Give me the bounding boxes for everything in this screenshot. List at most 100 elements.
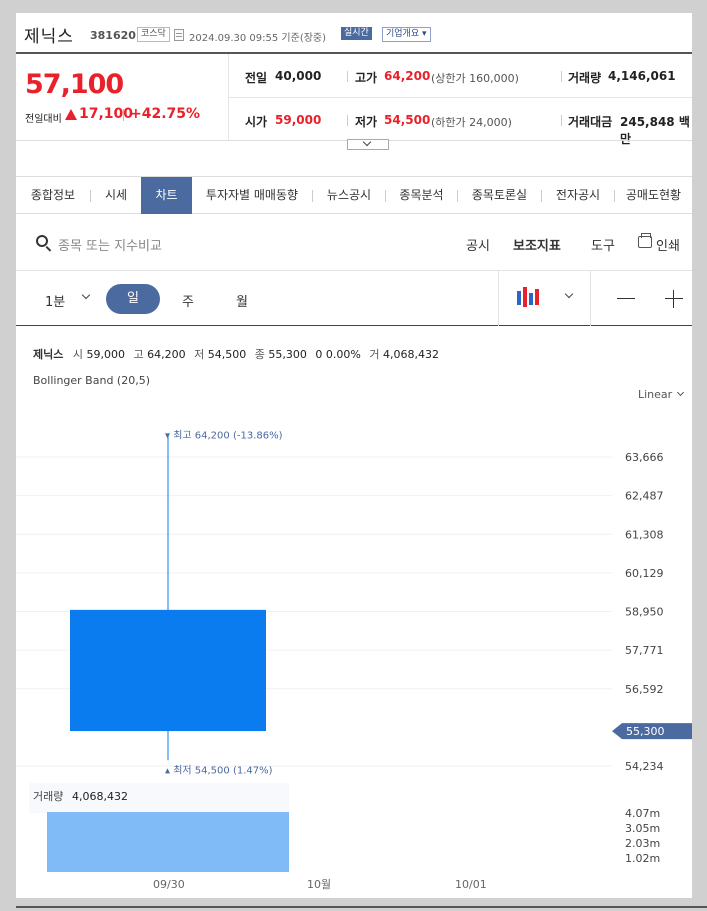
info-stock-name: 제닉스 (33, 348, 64, 361)
printer-icon[interactable] (638, 233, 652, 248)
period-selector: 1분 일 주 월 (16, 271, 692, 326)
stock-name: 제닉스 (24, 27, 74, 47)
high-value: 64,200 (384, 69, 431, 83)
info-open-key: 시 (72, 348, 83, 361)
up-triangle-icon (65, 109, 77, 120)
info-volume-key: 거 (369, 348, 380, 361)
prev-close-value: 40,000 (275, 69, 322, 83)
chevron-down-icon (362, 137, 372, 147)
info-low-key: 저 (194, 348, 205, 361)
zoom-in-icon[interactable] (665, 290, 683, 308)
volume-tick-label: 4.07m (625, 807, 660, 820)
price-chart[interactable]: 63,666 62,487 61,308 60,129 58,950 57,771 56,5… (16, 403, 692, 898)
info-high-value: 64,200 (147, 348, 186, 361)
expand-quote-button[interactable] (347, 137, 389, 150)
candlestick-chart-type-icon[interactable] (517, 287, 543, 309)
price-tick-label: 56,592 (625, 683, 664, 696)
disclosure-toggle[interactable]: 공시 (466, 235, 490, 254)
current-price-tag-label: 55,300 (626, 725, 665, 738)
price-tick-label: 61,308 (625, 528, 664, 541)
stock-header: 제닉스 381620 코스닥 2024.09.30 09:55 기준(장중) 실… (16, 13, 692, 52)
x-tick-label: 09/30 (153, 878, 185, 891)
company-overview-button[interactable]: 기업개요 ▾ (382, 27, 431, 42)
low-value: 54,500 (384, 113, 431, 127)
price-tick-label: 58,950 (625, 606, 664, 619)
x-tick-label: 10월 (307, 878, 331, 891)
period-day-button[interactable]: 일 (106, 284, 160, 314)
info-open-value: 59,000 (86, 348, 126, 361)
indicators-button[interactable]: 보조지표 (513, 235, 561, 254)
chevron-down-icon[interactable] (564, 289, 574, 299)
volume-tick-label: 3.05m (625, 822, 660, 835)
realtime-badge[interactable]: 실시간 (341, 27, 372, 40)
quote-row-divider (228, 97, 692, 98)
open-label: 시가 (245, 115, 268, 129)
chevron-down-icon[interactable] (676, 388, 685, 397)
trade-value-label: 거래대금 (568, 115, 613, 129)
low-label: 저가 (355, 115, 378, 129)
lower-limit: (하한가 24,000) (431, 116, 512, 129)
tab-analysis[interactable]: 종목분석 (386, 177, 457, 214)
high-annotation: ▾ 최고 64,200 (-13.86%) (165, 430, 283, 442)
volume-value: 4,146,061 (608, 69, 676, 83)
current-price: 57,100 (25, 69, 124, 100)
price-tick-label: 62,487 (625, 490, 664, 503)
stock-page: 제닉스 381620 코스닥 2024.09.30 09:55 기준(장중) 실… (16, 13, 692, 898)
change-percent: +42.75% (130, 106, 201, 122)
info-close-key: 종 (254, 348, 265, 361)
prev-close-label: 전일 (245, 71, 268, 85)
candle-body (70, 609, 266, 732)
x-tick-label: 10/01 (455, 878, 487, 891)
search-icon[interactable] (36, 235, 48, 247)
info-high-key: 고 (133, 348, 144, 361)
change-amount: 17,100 (79, 106, 134, 122)
minute-interval-select[interactable]: 1분 (45, 291, 65, 310)
volume-tick-label: 1.02m (625, 852, 660, 865)
volume-label: 거래량 (568, 71, 602, 85)
tab-short-selling[interactable]: 공매도현황 (615, 177, 692, 214)
quote-separator (561, 115, 562, 126)
tab-chart[interactable]: 차트 (141, 177, 192, 214)
change-divider (123, 109, 124, 121)
market-badge: 코스닥 (137, 27, 170, 42)
price-tick-label: 63,666 (625, 451, 664, 464)
high-label: 고가 (355, 71, 378, 85)
tools-button[interactable]: 도구 (591, 235, 615, 254)
price-tick-label: 57,771 (625, 644, 664, 657)
volume-label: 거래량 (33, 790, 63, 803)
period-month-button[interactable]: 월 (236, 291, 248, 310)
print-button[interactable]: 인쇄 (656, 235, 680, 254)
page-bottom-rule (16, 906, 707, 908)
tab-investor-trading[interactable]: 투자자별 매매동향 (192, 177, 312, 214)
zoom-out-icon[interactable] (617, 298, 635, 299)
volume-tick-label: 2.03m (625, 837, 660, 850)
toolbar-divider (590, 271, 591, 326)
quote-datetime: 2024.09.30 09:55 기준(장중) (189, 33, 327, 44)
info-low-value: 54,500 (207, 348, 247, 361)
tab-news[interactable]: 뉴스공시 (313, 177, 385, 214)
tab-summary[interactable]: 종합정보 (16, 177, 90, 214)
indicator-label[interactable]: Bollinger Band (20,5) (33, 374, 150, 387)
document-icon (174, 29, 184, 41)
info-change: 0 0.00% (315, 348, 361, 361)
compare-search-input[interactable]: 종목 또는 지수비교 (58, 235, 162, 254)
quote-separator (561, 71, 562, 82)
low-annotation: ▴ 최저 54,500 (1.47%) (165, 764, 273, 776)
ohlc-info: 제닉스 시 59,000 고 64,200 저 54,500 종 55,300 … (33, 346, 444, 362)
price-tick-label: 54,234 (625, 760, 664, 773)
chart-toolbar: 종목 또는 지수비교 공시 보조지표 도구 인쇄 (16, 214, 692, 271)
scale-select[interactable]: Linear (638, 388, 672, 401)
tab-quotes[interactable]: 시세 (91, 177, 141, 214)
tab-disclosure[interactable]: 전자공시 (542, 177, 614, 214)
volume-value: 4,068,432 (72, 790, 128, 803)
volume-header-bg (29, 783, 289, 813)
chevron-down-icon[interactable] (81, 290, 91, 300)
stock-code: 381620 (90, 29, 136, 42)
stock-tabs: 종합정보 시세 차트 투자자별 매매동향 뉴스공시 종목분석 종목토론실 전자공… (16, 176, 692, 214)
open-value: 59,000 (275, 113, 322, 127)
volume-bar (47, 812, 289, 872)
info-close-value: 55,300 (268, 348, 307, 361)
period-week-button[interactable]: 주 (182, 291, 194, 310)
tab-discussion[interactable]: 종목토론실 (458, 177, 541, 214)
quote-separator (347, 71, 348, 82)
